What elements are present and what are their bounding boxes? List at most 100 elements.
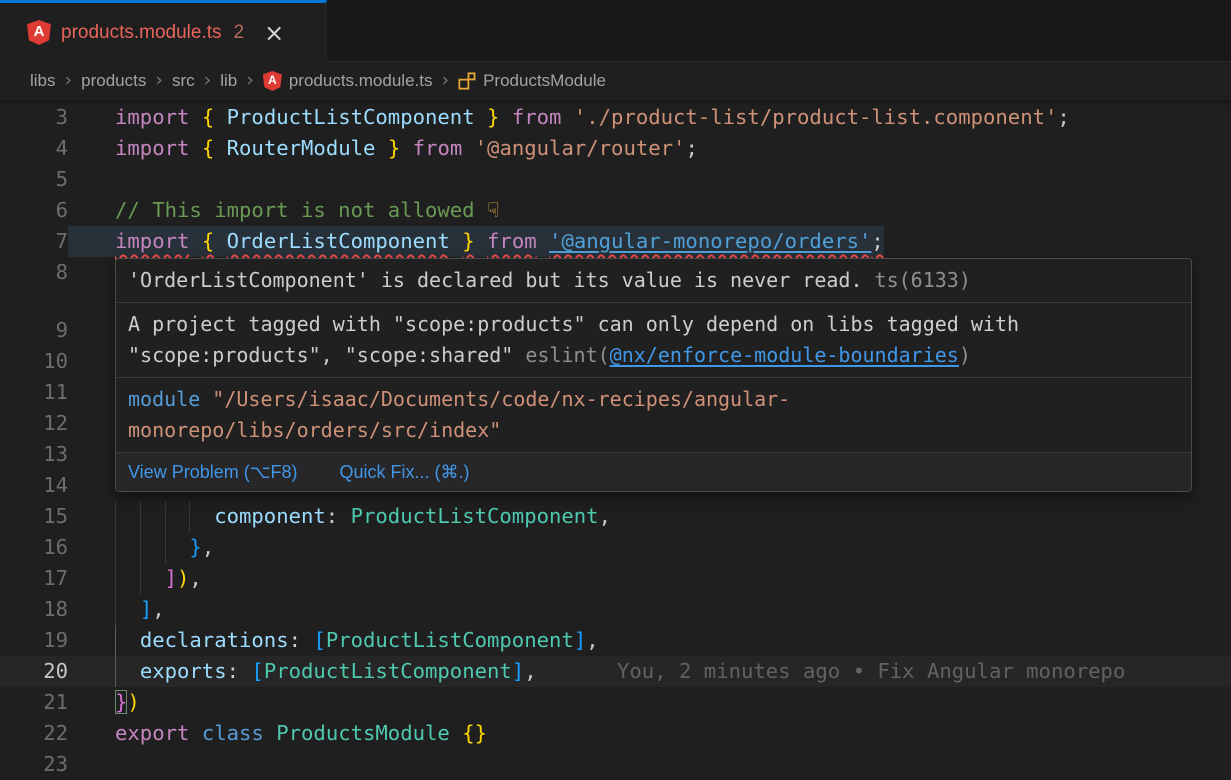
module-link[interactable]: '@angular-monorepo/orders' — [549, 229, 871, 253]
error-squiggle-code: import { OrderListComponent } from '@ang… — [68, 226, 884, 257]
code-line-15[interactable]: 15 component: ProductListComponent, — [0, 501, 1231, 532]
code-text: component: ProductListComponent, — [68, 501, 611, 532]
code-line-22[interactable]: 22export class ProductsModule {} — [0, 718, 1231, 749]
breadcrumb-label: lib — [220, 71, 237, 91]
breadcrumb-item-products.module.ts[interactable]: Aproducts.module.ts — [263, 71, 433, 91]
hover-text: module — [128, 387, 212, 411]
code-line-4[interactable]: 4import { RouterModule } from '@angular/… — [0, 133, 1231, 164]
indent-guide — [140, 532, 141, 563]
breadcrumb-item-libs[interactable]: libs — [30, 71, 56, 91]
token: ] — [165, 566, 177, 590]
breadcrumb-item-products[interactable]: products — [81, 71, 146, 91]
indent-guide — [115, 532, 116, 563]
line-number: 15 — [0, 501, 68, 532]
code-text: // This import is not allowed ☟ — [68, 195, 500, 226]
token: './product-list/product-list.component' — [574, 105, 1058, 129]
code-line-5[interactable]: 5 — [0, 164, 1231, 195]
code-line-18[interactable]: 18 ], — [0, 594, 1231, 625]
code-line-6[interactable]: 6// This import is not allowed ☟ — [0, 195, 1231, 226]
breadcrumb-item-lib[interactable]: lib — [220, 71, 237, 91]
token: // This import is not allowed — [115, 198, 487, 222]
line-number: 8 — [0, 257, 68, 288]
token: ] — [512, 659, 524, 683]
token: ProductsModule — [276, 721, 450, 745]
breadcrumb-label: products — [81, 71, 146, 91]
token: } — [388, 136, 400, 160]
token — [375, 136, 387, 160]
chevron-right-icon: › — [441, 69, 449, 91]
eslint-rule-link[interactable]: @nx/enforce-module-boundaries — [610, 343, 959, 367]
breadcrumb-item-src[interactable]: src — [172, 71, 195, 91]
code-text — [68, 315, 115, 346]
token: import — [115, 229, 189, 253]
line-number: 4 — [0, 133, 68, 164]
chevron-right-icon: › — [155, 69, 163, 91]
code-line-7[interactable]: 7import { OrderListComponent } from '@an… — [0, 226, 1231, 257]
code-line-16[interactable]: 16 }, — [0, 532, 1231, 563]
code-text — [68, 164, 115, 195]
code-line-19[interactable]: 19 declarations: [ProductListComponent], — [0, 625, 1231, 656]
token: ; — [685, 136, 697, 160]
line-number: 17 — [0, 563, 68, 594]
token: {} — [462, 721, 487, 745]
token: , — [599, 504, 611, 528]
code-line-17[interactable]: 17 ]), — [0, 563, 1231, 594]
token: import — [115, 136, 189, 160]
tab-bar: A products.module.ts 2 × — [0, 0, 1231, 62]
token — [499, 105, 511, 129]
line-number: 7 — [0, 226, 68, 257]
code-line-3[interactable]: 3import { ProductListComponent } from '.… — [0, 102, 1231, 133]
line-number: 6 — [0, 195, 68, 226]
token: from — [413, 136, 463, 160]
line-number: 9 — [0, 315, 68, 346]
token: } — [189, 535, 201, 559]
indent-guide — [115, 625, 116, 656]
angular-icon: A — [27, 20, 51, 45]
token — [189, 105, 201, 129]
token — [115, 597, 140, 621]
token: '@angular/router' — [475, 136, 686, 160]
code-text: export class ProductsModule {} — [68, 718, 487, 749]
hover-message: monorepo/libs/orders/src/index" — [128, 415, 1179, 446]
token — [214, 136, 226, 160]
git-blame-annotation: You, 2 minutes ago • Fix Angular monorep… — [617, 656, 1125, 687]
token: class — [202, 721, 264, 745]
token — [462, 136, 474, 160]
line-number: 13 — [0, 439, 68, 470]
line-number: 3 — [0, 102, 68, 133]
indent-guide — [115, 563, 116, 594]
quick-fix-action[interactable]: Quick Fix... (⌘.) — [339, 457, 469, 487]
token: { — [202, 136, 214, 160]
token — [537, 229, 549, 253]
indent-guide — [165, 501, 166, 532]
hover-text: monorepo/libs/orders/src/index" — [128, 418, 501, 442]
token: import — [115, 105, 189, 129]
code-line-23[interactable]: 23 — [0, 749, 1231, 780]
token — [561, 105, 573, 129]
code-text: ], — [68, 594, 165, 625]
hover-text: "/Users/isaac/Documents/code/nx-recipes/… — [212, 387, 790, 411]
indent-guide — [140, 501, 141, 532]
code-text — [68, 257, 115, 288]
line-number: 22 — [0, 718, 68, 749]
code-line-20[interactable]: 20 exports: [ProductListComponent],You, … — [0, 656, 1231, 687]
hover-message: 'OrderListComponent' is declared but its… — [128, 265, 1179, 296]
code-line-21[interactable]: 21}) — [0, 687, 1231, 718]
line-number: 12 — [0, 408, 68, 439]
editor-tab[interactable]: A products.module.ts 2 × — [0, 0, 327, 62]
tab-title: products.module.ts — [61, 22, 222, 44]
code-text — [68, 470, 115, 501]
code-text: exports: [ProductListComponent], — [68, 656, 537, 687]
breadcrumb-item-productsmodule[interactable]: ProductsModule — [458, 71, 606, 91]
token: , — [524, 659, 536, 683]
token: export — [115, 721, 189, 745]
token — [189, 721, 201, 745]
token: from — [512, 105, 562, 129]
view-problem-action[interactable]: View Problem (⌥F8) — [128, 457, 297, 487]
close-icon[interactable]: × — [264, 21, 284, 45]
tab-dirty-count: 2 — [234, 22, 245, 44]
hover-text: 'OrderListComponent' is declared but its… — [128, 268, 863, 292]
hover-text: A project tagged with "scope:products" c… — [128, 312, 1019, 336]
hover-status-bar: View Problem (⌥F8) Quick Fix... (⌘.) — [116, 453, 1191, 491]
indent-guide — [165, 532, 166, 563]
